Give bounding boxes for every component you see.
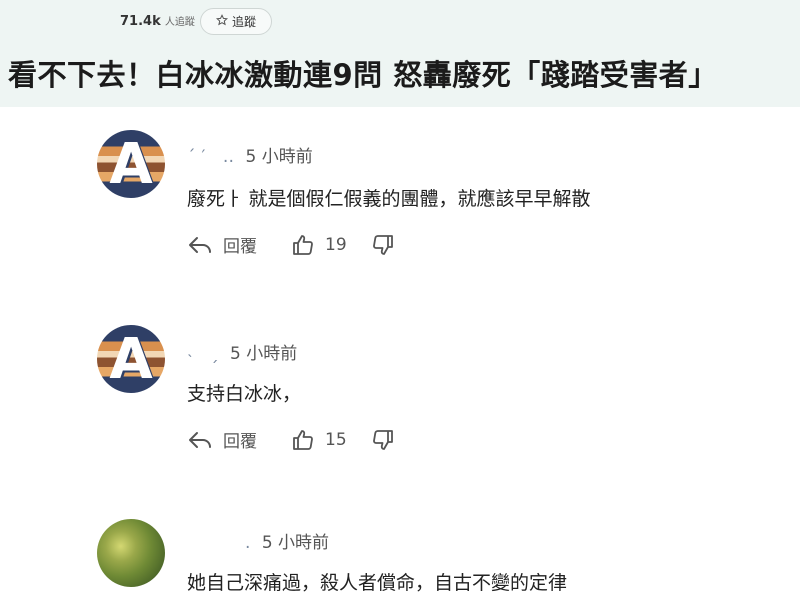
avatar-letter: A: [109, 131, 153, 197]
comment-author[interactable]: ˊ′ ‥: [187, 147, 240, 167]
comment-meta: ˊ′ ‥ 5 小時前: [187, 142, 313, 167]
comment-actions: 回覆 19: [187, 232, 395, 257]
avatar-letter: A: [109, 326, 153, 392]
thumbs-down-icon: [371, 428, 395, 452]
comment-text: 廢死ㅏ 就是個假仁假義的團體，就應該早早解散: [187, 188, 591, 210]
reply-label: 回覆: [223, 432, 257, 452]
reply-button[interactable]: 回覆: [187, 427, 257, 452]
like-count: 15: [325, 429, 347, 450]
thumbs-up-icon: [291, 428, 315, 452]
comment-time: 5 小時前: [261, 533, 330, 553]
comment-time: 5 小時前: [229, 344, 298, 364]
dislike-button[interactable]: [371, 233, 395, 257]
avatar[interactable]: [97, 519, 165, 587]
thumbs-down-icon: [371, 233, 395, 257]
comment-text: 支持白冰冰，: [187, 383, 302, 405]
like-button[interactable]: 19: [291, 233, 347, 257]
avatar[interactable]: A: [97, 130, 165, 198]
star-icon: [215, 14, 229, 29]
comment-meta: ˴ ˏ 5 小時前: [187, 339, 297, 364]
comment-text: 她自己深痛過，殺人者償命，自古不變的定律: [187, 572, 568, 594]
article-headline: 看不下去！白冰冰激動連9問 怒轟廢死「踐踏受害者」: [8, 58, 718, 92]
like-button[interactable]: 15: [291, 428, 347, 452]
followers-unit: 人追蹤: [164, 17, 195, 28]
follow-button[interactable]: 追蹤: [200, 8, 272, 35]
thumbs-up-icon: [291, 233, 315, 257]
reply-label: 回覆: [223, 237, 257, 257]
followers-number: 71.4k: [120, 14, 161, 29]
comment-author[interactable]: ˴ ˏ: [187, 344, 225, 364]
comment-actions: 回覆 15: [187, 427, 395, 452]
avatar[interactable]: A: [97, 325, 165, 393]
article-header: 71.4k 人追蹤 追蹤 看不下去！白冰冰激動連9問 怒轟廢死「踐踏受害者」: [0, 0, 800, 107]
comment-time: 5 小時前: [245, 147, 313, 167]
reply-arrow-icon: [187, 429, 213, 451]
comment-meta: . 5 小時前: [245, 528, 329, 553]
reply-arrow-icon: [187, 234, 213, 256]
comment-author[interactable]: .: [245, 533, 256, 553]
like-count: 19: [325, 234, 347, 255]
followers-count: 71.4k 人追蹤: [120, 13, 195, 29]
follow-button-label: 追蹤: [231, 15, 256, 29]
dislike-button[interactable]: [371, 428, 395, 452]
reply-button[interactable]: 回覆: [187, 232, 257, 257]
